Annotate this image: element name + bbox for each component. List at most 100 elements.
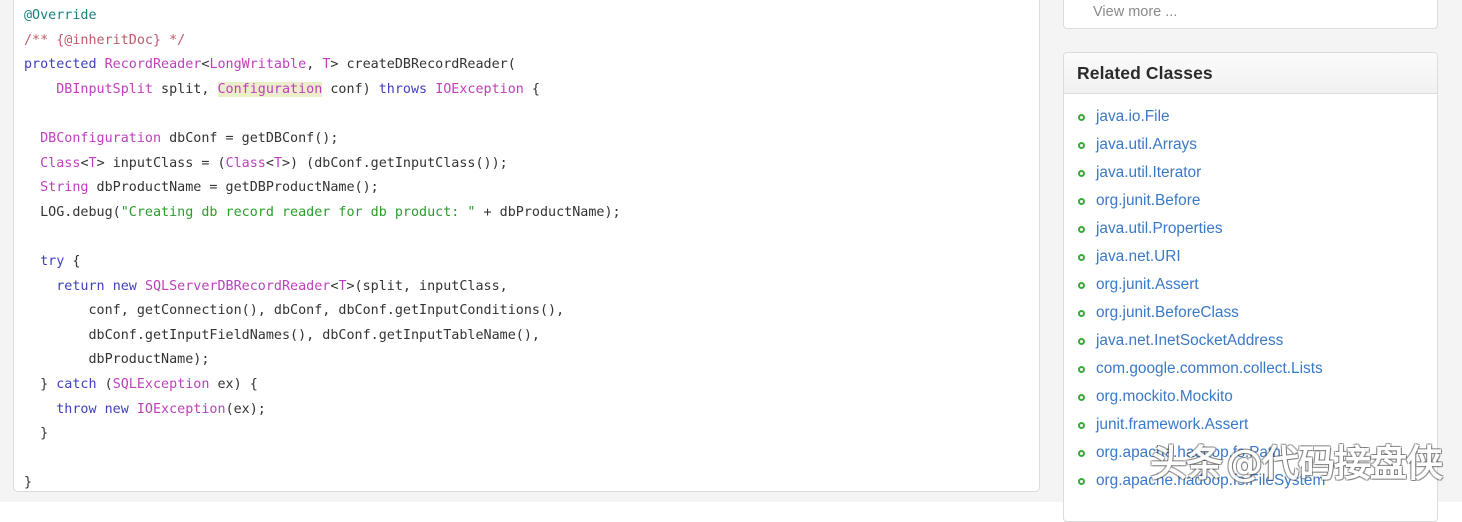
code-line: try { [24, 250, 1039, 275]
related-class-item[interactable]: org.junit.Before [1064, 187, 1437, 215]
code-token: SQLException [112, 376, 210, 392]
code-viewer-panel: @Override /** {@inheritDoc} */ protected R… [13, 0, 1040, 492]
code-token: < [80, 155, 89, 171]
bullet-icon [1078, 225, 1085, 233]
related-class-link[interactable]: org.apache.hadoop.fs.FileSystem [1096, 472, 1325, 490]
related-class-link[interactable]: java.util.Arrays [1096, 136, 1197, 154]
code-token: > createDBRecordReader( [330, 57, 516, 73]
related-class-link[interactable]: org.junit.BeforeClass [1096, 304, 1239, 322]
related-class-link[interactable]: java.net.InetSocketAddress [1096, 332, 1283, 350]
related-class-item[interactable]: java.net.URI [1064, 243, 1437, 271]
bullet-icon [1078, 337, 1085, 345]
bullet-icon [1078, 169, 1085, 177]
bullet-icon [1078, 365, 1085, 373]
code-line: } [24, 422, 1039, 447]
code-line: return new SQLServerDBRecordReader<T>(sp… [24, 275, 1039, 300]
code-token: "Creating db record reader for db produc… [120, 204, 476, 220]
code-token: protected [24, 57, 97, 73]
code-token: /** {@inheritDoc} */ [24, 32, 186, 48]
bullet-icon [1078, 393, 1085, 401]
code-token: T [273, 155, 282, 171]
bullet-icon [1078, 309, 1085, 317]
code-token: @Override [24, 8, 97, 23]
related-class-link[interactable]: org.junit.Before [1096, 192, 1200, 210]
code-token: ( [96, 376, 113, 392]
related-class-link[interactable]: com.google.common.collect.Lists [1096, 360, 1323, 378]
code-line: } [24, 471, 1039, 491]
related-class-item[interactable]: org.junit.BeforeClass [1064, 299, 1437, 327]
code-token: throws [378, 81, 428, 97]
related-class-link[interactable]: java.util.Iterator [1096, 164, 1201, 182]
related-class-link[interactable]: org.apache.hadoop.fs.Path [1096, 444, 1281, 462]
related-class-item[interactable]: java.util.Properties [1064, 215, 1437, 243]
related-class-link[interactable]: java.util.Properties [1096, 220, 1223, 238]
code-token: String [40, 180, 89, 196]
code-line: protected RecordReader<LongWritable, T> … [24, 53, 1039, 78]
code-line: conf, getConnection(), dbConf, dbConf.ge… [24, 299, 1039, 324]
code-token: LongWritable [209, 57, 307, 73]
related-class-item[interactable]: org.apache.hadoop.fs.FileSystem [1064, 467, 1437, 495]
related-classes-header: Related Classes [1064, 53, 1437, 94]
code-token: Class [40, 155, 81, 171]
related-class-item[interactable]: java.util.Iterator [1064, 159, 1437, 187]
code-token: dbProductName = getDBProductName(); [88, 180, 379, 196]
code-token: IOException [435, 81, 524, 97]
code-token: dbConf = getDBConf(); [161, 130, 339, 146]
code-token: catch [56, 376, 97, 392]
code-token: } [24, 376, 57, 392]
related-class-link[interactable]: org.mockito.Mockito [1096, 388, 1233, 406]
related-class-link[interactable]: java.net.URI [1096, 248, 1181, 266]
code-token: T [338, 278, 347, 294]
code-token: + dbProductName); [475, 204, 621, 220]
code-line: dbProductName); [24, 348, 1039, 373]
code-line: /** {@inheritDoc} */ [24, 29, 1039, 54]
code-token: try [40, 253, 65, 269]
code-token: throw [56, 401, 97, 417]
related-class-link[interactable]: java.io.File [1096, 108, 1170, 126]
related-classes-panel: Related Classes java.io.File java.util.Ar… [1063, 52, 1438, 522]
code-line: throw new IOException(ex); [24, 398, 1039, 423]
code-token: SQLServerDBRecordReader [144, 278, 331, 294]
bullet-icon [1078, 281, 1085, 289]
code-token: Class [225, 155, 266, 171]
related-class-link[interactable]: junit.framework.Assert [1096, 416, 1248, 434]
code-token: } [24, 475, 33, 491]
code-token: split, [153, 81, 218, 97]
source-code-block[interactable]: @Override /** {@inheritDoc} */ protected R… [14, 0, 1039, 491]
related-class-item[interactable]: java.net.InetSocketAddress [1064, 327, 1437, 355]
bullet-icon [1078, 141, 1085, 149]
related-class-item[interactable]: org.junit.Assert [1064, 271, 1437, 299]
related-class-item[interactable]: com.google.common.collect.Lists [1064, 355, 1437, 383]
related-class-item[interactable]: org.mockito.Mockito [1064, 383, 1437, 411]
bullet-icon [1078, 197, 1085, 205]
view-more-link[interactable]: View more ... [1093, 4, 1177, 20]
code-line: String dbProductName = getDBProductName(… [24, 176, 1039, 201]
related-class-item[interactable]: java.util.Arrays [1064, 131, 1437, 159]
bullet-icon [1078, 477, 1085, 485]
related-class-item[interactable]: java.io.File [1064, 103, 1437, 131]
code-token: , [306, 57, 323, 73]
view-more-panel: View more ... [1063, 0, 1438, 29]
code-token: LOG.debug( [24, 204, 121, 220]
code-token: >(split, inputClass, [346, 278, 508, 294]
code-line: Class<T> inputClass = (Class<T>) (dbConf… [24, 152, 1039, 177]
related-class-item[interactable]: junit.framework.Assert [1064, 411, 1437, 439]
code-token: > inputClass = ( [96, 155, 226, 171]
sidebar: View more ... Related Classes java.io.Fi… [1063, 0, 1438, 522]
code-token: dbProductName); [24, 352, 210, 368]
related-class-item[interactable]: org.apache.hadoop.fs.Path [1064, 439, 1437, 467]
code-line: } catch (SQLException ex) { [24, 373, 1039, 398]
code-line: LOG.debug("Creating db record reader for… [24, 201, 1039, 226]
related-classes-list: java.io.File java.util.Arrays java.util.It… [1064, 94, 1437, 495]
related-class-link[interactable]: org.junit.Assert [1096, 276, 1199, 294]
